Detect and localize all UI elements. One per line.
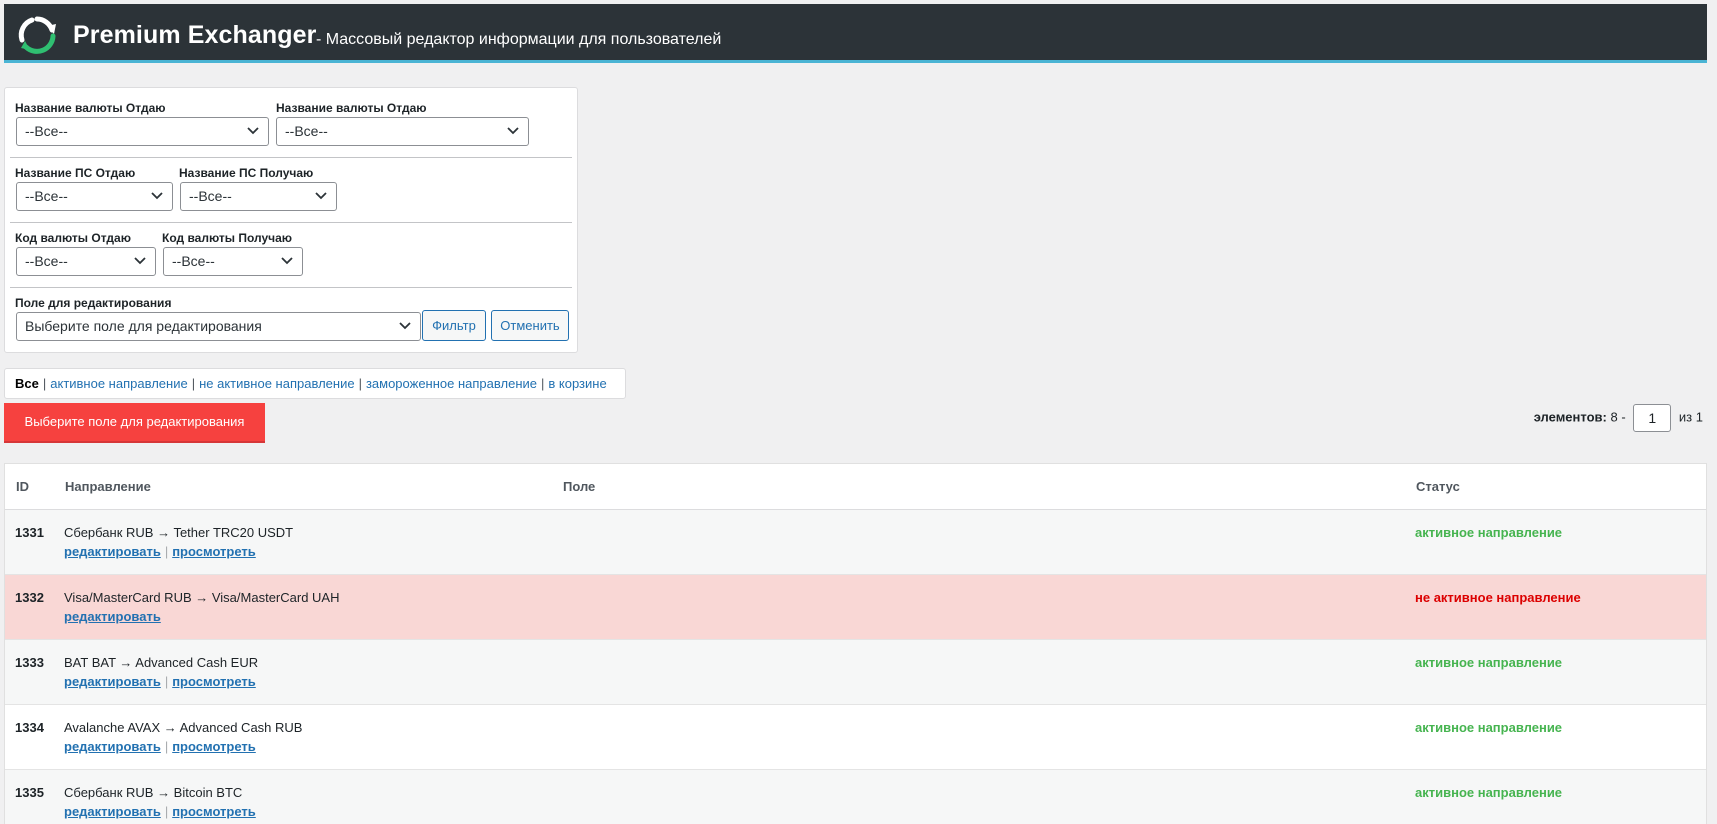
ps-get-select[interactable]: --Все-- (180, 182, 337, 211)
tab-frozen[interactable]: замороженное направление (366, 376, 537, 391)
row-direction: BAT BAT → Advanced Cash EUR (64, 655, 259, 670)
tab-active[interactable]: активное направление (50, 376, 187, 391)
edit-link[interactable]: редактировать (64, 674, 161, 689)
filter-panel: Название валюты Отдаю --Все-- Название в… (4, 87, 578, 353)
currency-give-label: Название валюты Отдаю (15, 101, 166, 115)
ps-give-label: Название ПС Отдаю (15, 166, 136, 180)
divider (10, 287, 572, 288)
code-get-value: --Все-- (172, 253, 215, 269)
table-row: 1331 Сбербанк RUB → Tether TRC20 USDT ре… (5, 510, 1706, 575)
table-row: 1333 BAT BAT → Advanced Cash EUR редакти… (5, 640, 1706, 705)
view-link[interactable]: просмотреть (172, 739, 256, 754)
action-separator: | (164, 739, 169, 754)
tab-all[interactable]: Все (15, 376, 39, 391)
filter-button[interactable]: Фильтр (422, 310, 486, 341)
code-give-value: --Все-- (25, 253, 68, 269)
total-pages: 1 (1695, 409, 1703, 425)
table-row: 1334 Avalanche AVAX → Advanced Cash RUB … (5, 705, 1706, 770)
action-separator: | (164, 674, 169, 689)
row-direction: Visa/MasterCard RUB → Visa/MasterCard UA… (64, 590, 340, 605)
currency-get-select[interactable]: --Все-- (276, 117, 529, 146)
items-count-label: элементов: (1533, 409, 1607, 425)
column-header-status[interactable]: Статус (1416, 479, 1460, 494)
edit-link[interactable]: редактировать (64, 609, 161, 624)
edit-link[interactable]: редактировать (64, 804, 161, 819)
status-filter-tabs: Все | активное направление | не активное нап… (4, 368, 626, 399)
currency-get-value: --Все-- (285, 123, 328, 139)
row-actions: редактировать | просмотреть (64, 544, 256, 559)
column-header-id[interactable]: ID (16, 479, 29, 494)
row-id: 1335 (15, 785, 44, 800)
edit-field-value: Выберите поле для редактирования (25, 318, 262, 334)
code-give-select[interactable]: --Все-- (16, 247, 156, 276)
row-actions: редактировать | просмотреть (64, 739, 256, 754)
currency-give-value: --Все-- (25, 123, 68, 139)
currency-give-select[interactable]: --Все-- (16, 117, 269, 146)
chevron-down-icon (247, 127, 259, 135)
select-edit-field-button[interactable]: Выберите поле для редактирования (4, 403, 265, 443)
view-link[interactable]: просмотреть (172, 674, 256, 689)
divider (10, 222, 572, 223)
chevron-down-icon (281, 257, 293, 265)
row-direction: Сбербанк RUB → Tether TRC20 USDT (64, 525, 294, 540)
column-header-field[interactable]: Поле (563, 479, 595, 494)
edit-field-label: Поле для редактирования (15, 296, 172, 310)
divider (10, 157, 572, 158)
row-id: 1334 (15, 720, 44, 735)
items-count: 8 - (1610, 409, 1626, 425)
tab-inactive[interactable]: не активное направление (199, 376, 354, 391)
directions-table: ID Направление Поле Статус 1331 Сбербанк… (4, 463, 1707, 824)
status-badge: активное направление (1415, 785, 1563, 800)
tab-separator: | (42, 376, 47, 391)
page-subtitle: - Массовый редактор информации для польз… (316, 31, 722, 48)
edit-link[interactable]: редактировать (64, 739, 161, 754)
tab-separator: | (540, 376, 545, 391)
pagination-of: из (1678, 409, 1693, 425)
refresh-arrows-icon (18, 16, 56, 54)
status-badge: не активное направление (1415, 590, 1581, 605)
status-badge: активное направление (1415, 525, 1563, 540)
view-link[interactable]: просмотреть (172, 544, 256, 559)
tab-trash[interactable]: в корзине (548, 376, 606, 391)
app-header: Premium Exchanger - Массовый редактор ин… (4, 4, 1707, 63)
app-title: Premium Exchanger (73, 21, 317, 49)
chevron-down-icon (134, 257, 146, 265)
status-badge: активное направление (1415, 655, 1563, 670)
row-id: 1332 (15, 590, 44, 605)
ps-get-label: Название ПС Получаю (179, 166, 314, 180)
row-id: 1331 (15, 525, 44, 540)
pagination: элементов: 8 - 1 из 1 (1534, 404, 1703, 432)
current-page-input[interactable]: 1 (1633, 404, 1672, 432)
row-id: 1333 (15, 655, 44, 670)
view-link[interactable]: просмотреть (172, 804, 256, 819)
row-actions: редактировать | просмотреть (64, 674, 256, 689)
ps-get-value: --Все-- (189, 188, 232, 204)
status-badge: активное направление (1415, 720, 1563, 735)
tab-separator: | (191, 376, 196, 391)
action-separator: | (164, 544, 169, 559)
code-give-label: Код валюты Отдаю (15, 231, 131, 245)
ps-give-select[interactable]: --Все-- (16, 182, 173, 211)
ps-give-value: --Все-- (25, 188, 68, 204)
column-header-direction[interactable]: Направление (65, 479, 151, 494)
chevron-down-icon (507, 127, 519, 135)
chevron-down-icon (399, 322, 411, 330)
row-direction: Avalanche AVAX → Advanced Cash RUB (64, 720, 303, 735)
table-row: 1335 Сбербанк RUB → Bitcoin BTC редактир… (5, 770, 1706, 824)
cancel-button[interactable]: Отменить (491, 310, 569, 341)
chevron-down-icon (151, 192, 163, 200)
row-actions: редактировать | просмотреть (64, 804, 256, 819)
edit-link[interactable]: редактировать (64, 544, 161, 559)
row-direction: Сбербанк RUB → Bitcoin BTC (64, 785, 243, 800)
table-row: 1332 Visa/MasterCard RUB → Visa/MasterCa… (5, 575, 1706, 640)
code-get-select[interactable]: --Все-- (163, 247, 303, 276)
row-actions: редактировать (64, 609, 161, 624)
currency-get-label: Название валюты Отдаю (276, 101, 427, 115)
chevron-down-icon (315, 192, 327, 200)
tab-separator: | (358, 376, 362, 391)
table-header: ID Направление Поле Статус (5, 464, 1706, 510)
code-get-label: Код валюты Получаю (162, 231, 293, 245)
action-separator: | (164, 804, 169, 819)
edit-field-select[interactable]: Выберите поле для редактирования (16, 312, 421, 341)
